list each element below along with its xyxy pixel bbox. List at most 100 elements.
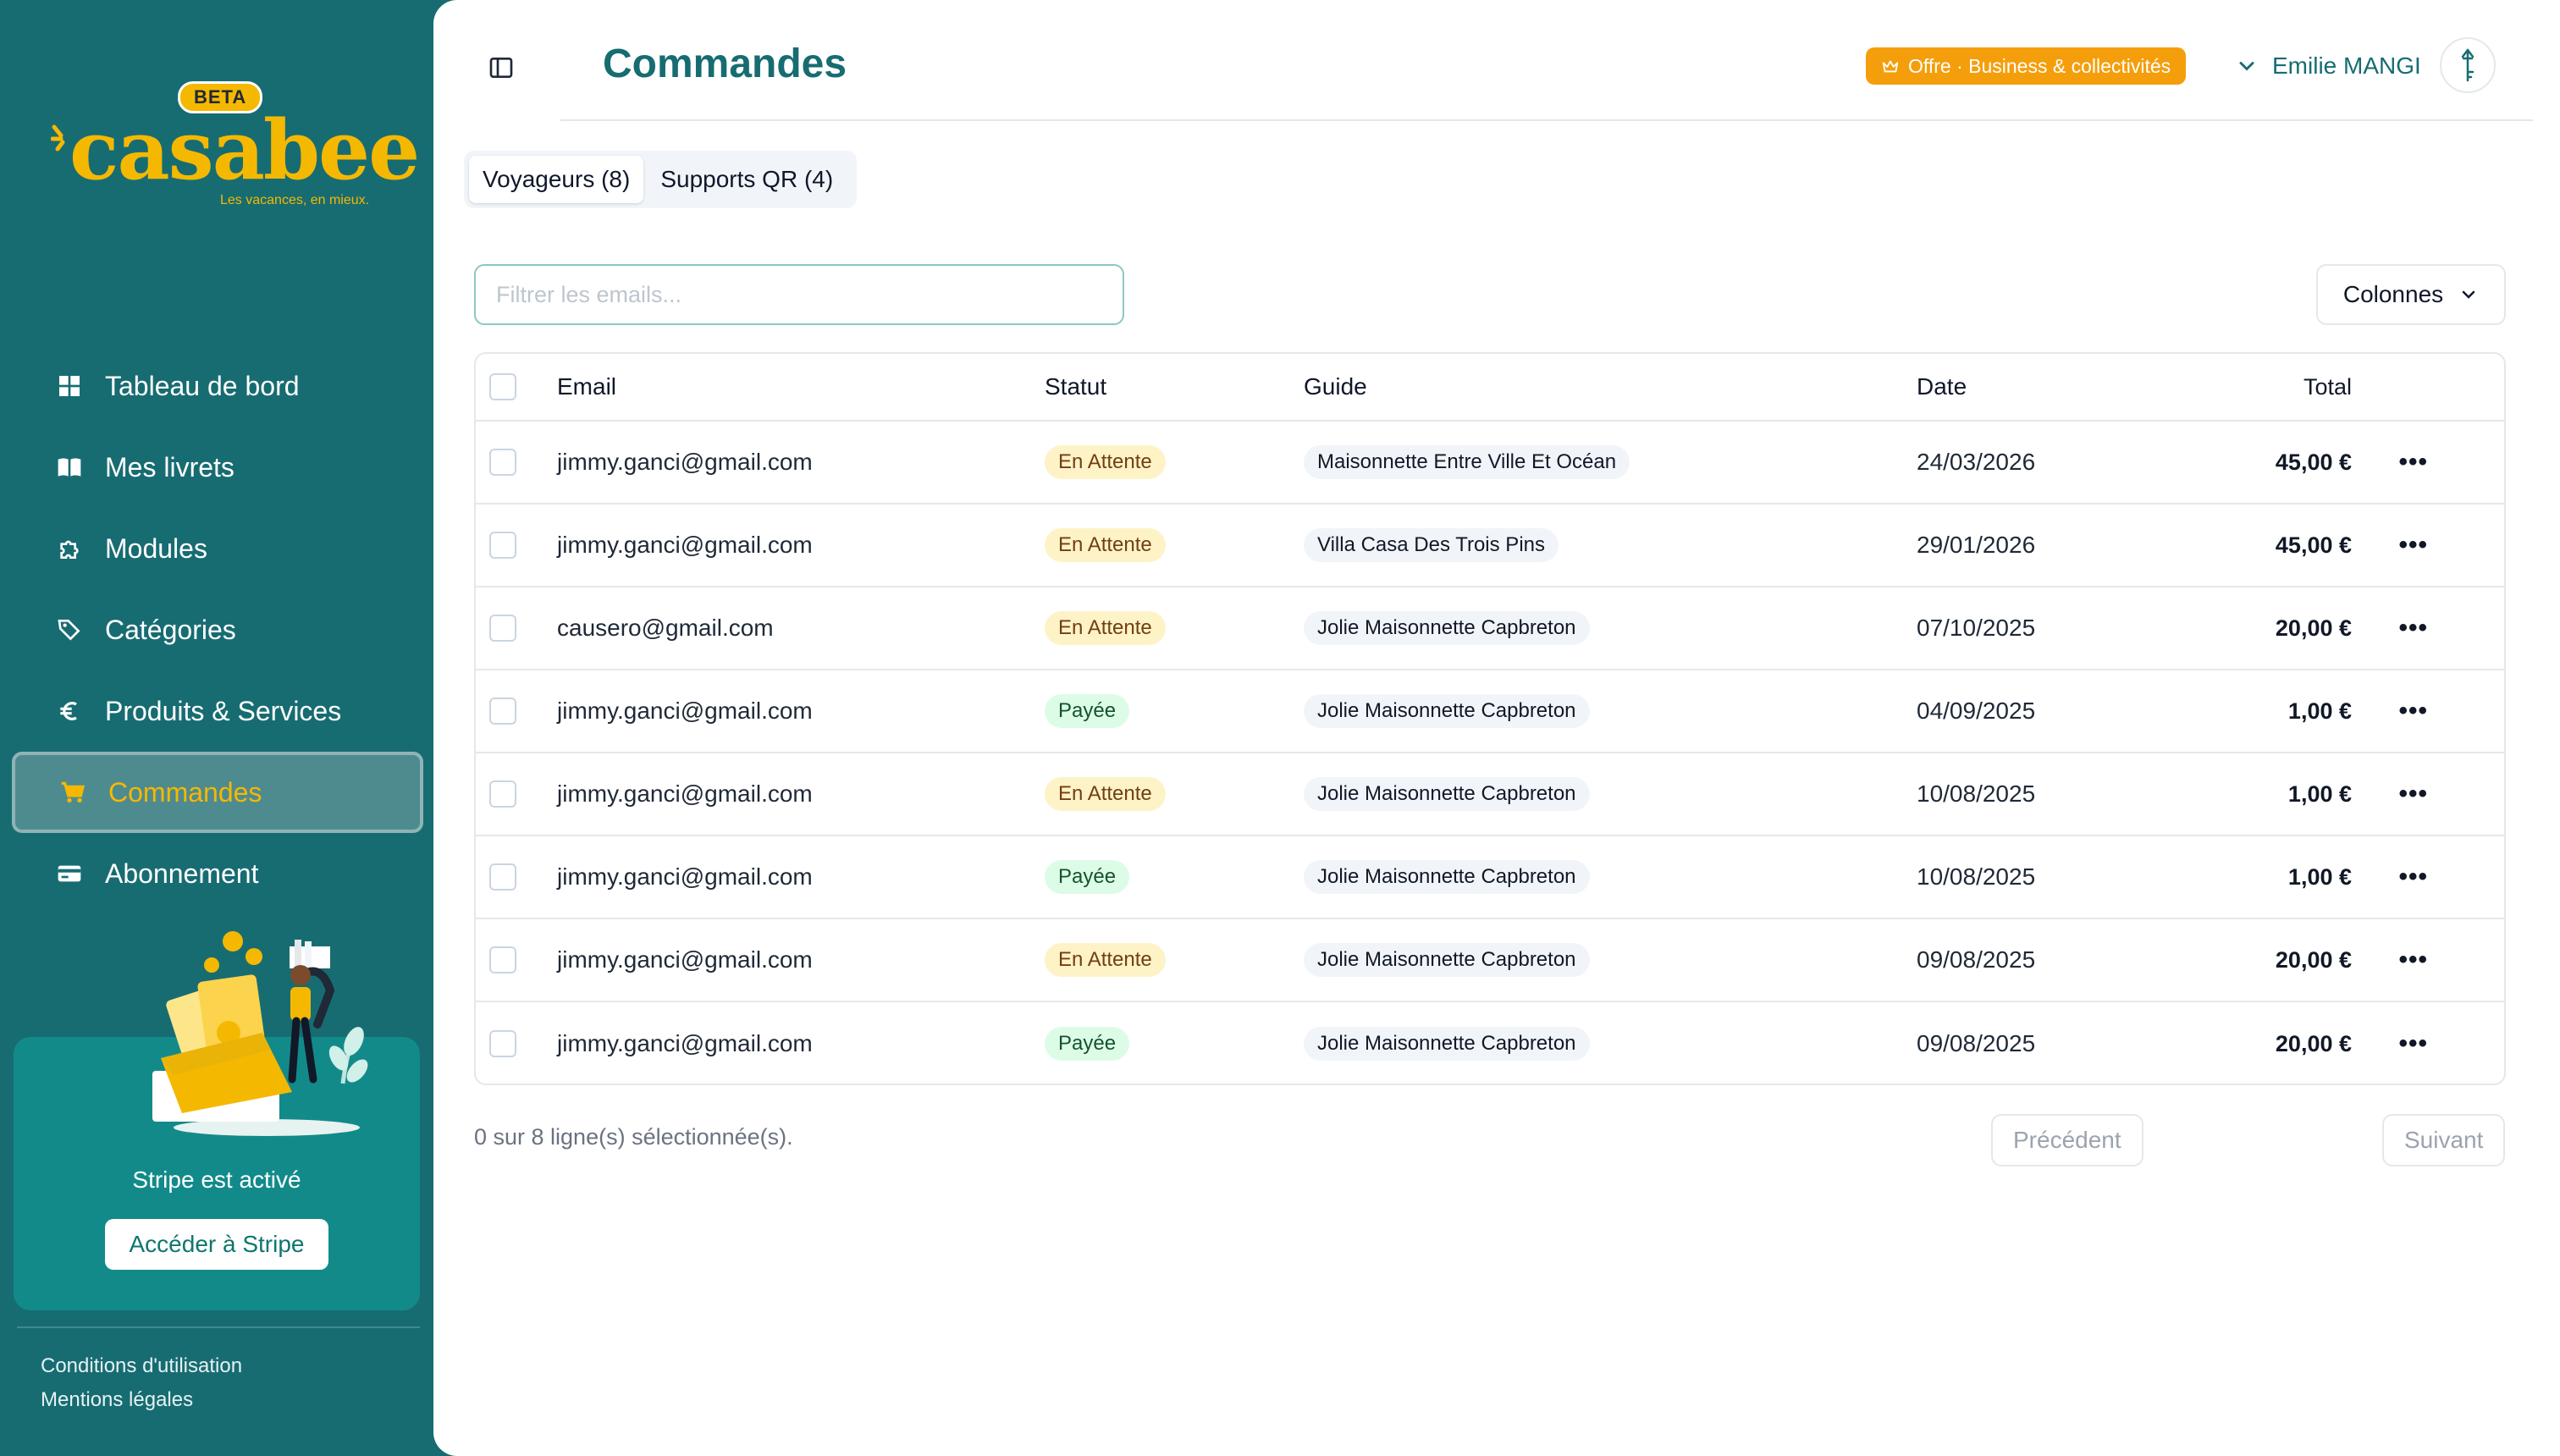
header-guide[interactable]: Guide — [1304, 354, 1367, 420]
cell-total: 1,00 € — [2287, 780, 2352, 807]
columns-label: Colonnes — [2342, 281, 2444, 307]
row-checkbox[interactable] — [489, 615, 516, 642]
sidebar-item-tableau-de-bord[interactable]: Tableau de bord — [12, 345, 423, 427]
more-actions-icon[interactable]: ••• — [2398, 505, 2428, 586]
cell-guide: Maisonnette Entre Ville Et Océan — [1304, 422, 1630, 503]
tags-icon — [54, 615, 85, 645]
more-actions-icon[interactable]: ••• — [2398, 836, 2428, 918]
status-badge: Payée — [1045, 860, 1130, 894]
row-checkbox[interactable] — [489, 1030, 516, 1057]
table-row[interactable]: causero@gmail.com En Attente Jolie Maisonn… — [476, 587, 2504, 670]
cell-total: 20,00 € — [2275, 946, 2352, 973]
select-all-checkbox[interactable] — [489, 373, 516, 400]
cell-status: Payée — [1045, 836, 1130, 918]
sidebar-toggle-icon[interactable] — [488, 54, 515, 81]
cell-date: 10/08/2025 — [1917, 863, 2036, 890]
open-stripe-button[interactable]: Accéder à Stripe — [105, 1219, 328, 1270]
offer-badge[interactable]: Offre · Business & collectivités — [1866, 47, 2187, 85]
header-date[interactable]: Date — [1917, 354, 1967, 420]
cell-date: 04/09/2025 — [1917, 698, 2036, 724]
status-badge: Payée — [1045, 694, 1130, 728]
main-panel: Commandes Offre · Business & collectivit… — [433, 0, 2560, 1456]
sidebar-item-label: Catégories — [105, 614, 236, 645]
tab-supports-qr[interactable]: Supports QR (4) — [647, 156, 847, 203]
cell-total: 1,00 € — [2287, 863, 2352, 890]
avatar[interactable] — [2440, 37, 2496, 93]
sidebar-item-label: Tableau de bord — [105, 370, 300, 401]
sidebar-item-label: Modules — [105, 532, 207, 564]
row-checkbox[interactable] — [489, 946, 516, 973]
legal-link[interactable]: Mentions légales — [41, 1388, 193, 1412]
cell-total: 20,00 € — [2275, 1030, 2352, 1056]
sidebar-item-label: Mes livrets — [105, 451, 234, 483]
cell-date: 09/08/2025 — [1917, 1030, 2036, 1056]
cell-total: 1,00 € — [2287, 698, 2352, 724]
sidebar-item-label: Produits & Services — [105, 695, 342, 726]
orders-table: Email Statut Guide Date Total jimmy.ganc… — [474, 352, 2506, 1085]
table-row[interactable]: jimmy.ganci@gmail.com Payée Jolie Maisonne… — [476, 670, 2504, 753]
table-row[interactable]: jimmy.ganci@gmail.com En Attente Jolie Mai… — [476, 753, 2504, 836]
table-row[interactable]: jimmy.ganci@gmail.com Payée Jolie Maisonne… — [476, 1002, 2504, 1084]
cell-date: 29/01/2026 — [1917, 532, 2036, 558]
sidebar-item-commandes[interactable]: Commandes — [12, 752, 423, 833]
more-actions-icon[interactable]: ••• — [2398, 670, 2428, 752]
cell-email: jimmy.ganci@gmail.com — [557, 449, 813, 475]
row-checkbox[interactable] — [489, 780, 516, 808]
columns-button[interactable]: Colonnes — [2316, 264, 2506, 325]
table-row[interactable]: jimmy.ganci@gmail.com En Attente Villa Cas… — [476, 505, 2504, 587]
more-actions-icon[interactable]: ••• — [2398, 422, 2428, 503]
table-row[interactable]: jimmy.ganci@gmail.com En Attente Maisonnet… — [476, 422, 2504, 505]
chevron-down-icon[interactable] — [2235, 54, 2259, 78]
more-actions-icon[interactable]: ••• — [2398, 1002, 2428, 1084]
row-checkbox[interactable] — [489, 863, 516, 891]
guide-tag: Jolie Maisonnette Capbreton — [1304, 611, 1590, 645]
cell-guide: Jolie Maisonnette Capbreton — [1304, 753, 1590, 835]
euro-icon — [54, 696, 85, 726]
cell-date: 09/08/2025 — [1917, 946, 2036, 973]
sidebar-nav: Tableau de bord Mes livrets Modules Catégor… — [12, 345, 423, 914]
header-email[interactable]: Email — [557, 354, 616, 420]
more-actions-icon[interactable]: ••• — [2398, 919, 2428, 1001]
sidebar-item-modules[interactable]: Modules — [12, 508, 423, 589]
cell-status: Payée — [1045, 670, 1130, 752]
cell-email: jimmy.ganci@gmail.com — [557, 863, 813, 890]
guide-tag: Jolie Maisonnette Capbreton — [1304, 777, 1590, 811]
terms-link[interactable]: Conditions d'utilisation — [41, 1354, 242, 1378]
cell-status: En Attente — [1045, 505, 1166, 586]
cart-icon — [58, 777, 88, 808]
cell-email: jimmy.ganci@gmail.com — [557, 698, 813, 724]
table-row[interactable]: jimmy.ganci@gmail.com En Attente Jolie Mai… — [476, 919, 2504, 1002]
sidebar-item-produits-services[interactable]: Produits & Services — [12, 670, 423, 752]
header-status[interactable]: Statut — [1045, 354, 1106, 420]
more-actions-icon[interactable]: ••• — [2398, 753, 2428, 835]
row-checkbox[interactable] — [489, 532, 516, 559]
next-page-button[interactable]: Suivant — [2382, 1114, 2506, 1166]
row-checkbox[interactable] — [489, 449, 516, 476]
crown-icon — [1882, 60, 1899, 73]
user-name[interactable]: Emilie MANGI — [2272, 47, 2421, 85]
row-checkbox[interactable] — [489, 698, 516, 725]
header-total[interactable]: Total — [2303, 354, 2352, 420]
tab-voyageurs[interactable]: Voyageurs (8) — [469, 156, 644, 203]
table-row[interactable]: jimmy.ganci@gmail.com Payée Jolie Maisonne… — [476, 836, 2504, 919]
cell-email: jimmy.ganci@gmail.com — [557, 1030, 813, 1056]
email-filter-input[interactable] — [474, 264, 1124, 325]
sidebar-divider — [17, 1326, 420, 1328]
cell-email: jimmy.ganci@gmail.com — [557, 946, 813, 973]
brand-name: casabee — [69, 102, 420, 198]
table-header-row: Email Statut Guide Date Total — [476, 354, 2504, 422]
sidebar-item-mes-livrets[interactable]: Mes livrets — [12, 427, 423, 508]
stripe-status-text: Stripe est activé — [132, 1166, 301, 1193]
sidebar-item-cat-gories[interactable]: Catégories — [12, 589, 423, 670]
previous-page-button[interactable]: Précédent — [1991, 1114, 2143, 1166]
status-badge: En Attente — [1045, 445, 1166, 479]
credit-card-icon — [54, 858, 85, 889]
more-actions-icon[interactable]: ••• — [2398, 587, 2428, 669]
page-title: Commandes — [603, 41, 847, 86]
chevron-down-icon — [2462, 290, 2475, 299]
brand-logo[interactable]: BETA casabee Les vacances, en mieux. — [51, 76, 420, 220]
status-badge: En Attente — [1045, 777, 1166, 811]
sidebar-item-abonnement[interactable]: Abonnement — [12, 833, 423, 914]
cell-status: En Attente — [1045, 587, 1166, 669]
cell-email: jimmy.ganci@gmail.com — [557, 532, 813, 558]
